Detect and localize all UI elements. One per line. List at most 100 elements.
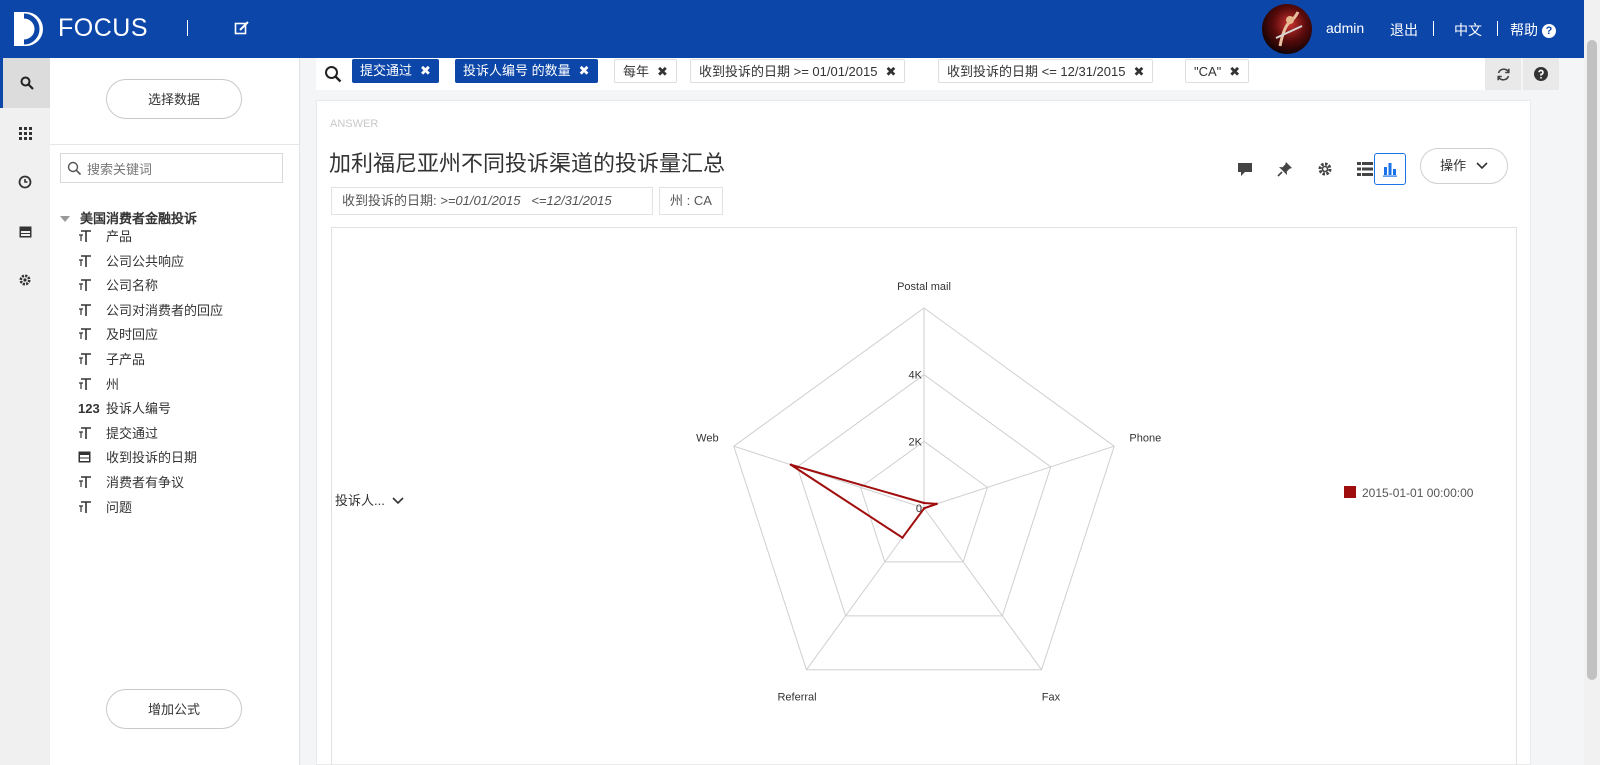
keyword-search-input[interactable] <box>85 159 279 179</box>
chevron-down-icon <box>1476 162 1488 170</box>
search-token[interactable]: "CA" ✖ <box>1185 59 1250 83</box>
text-type-icon <box>78 324 106 346</box>
rail-settings[interactable] <box>0 255 50 305</box>
dataset-tree-root[interactable]: 美国消费者金融投诉 <box>60 208 197 227</box>
refresh-icon <box>1496 67 1510 81</box>
close-icon[interactable]: ✖ <box>885 64 896 79</box>
help-link[interactable]: 帮助? <box>1510 20 1556 40</box>
add-formula-button[interactable]: 增加公式 <box>106 689 242 729</box>
state-filter-chip[interactable]: 州 : CA <box>659 187 723 215</box>
field-name: 问题 <box>106 499 133 515</box>
rail-calendar[interactable] <box>0 206 50 256</box>
topbar-divider <box>1433 21 1434 36</box>
search-token[interactable]: 提交通过 ✖ <box>352 59 439 83</box>
rail-search[interactable] <box>0 58 50 108</box>
radar-axis-label: Phone <box>1129 432 1161 444</box>
field-item[interactable]: 问题 <box>78 497 132 519</box>
radar-axis-label: Web <box>696 432 718 444</box>
logout-link[interactable]: 退出 <box>1390 20 1418 40</box>
brand-name: FOCUS <box>58 14 148 42</box>
username[interactable]: admin <box>1326 20 1364 36</box>
radar-data-point <box>789 463 793 466</box>
data-source-panel: 选择数据 美国消费者金融投诉 产品公司公共响应公司名称公司对消费者的回应及时回应… <box>50 58 300 765</box>
field-item[interactable]: 公司对消费者的回应 <box>78 300 223 322</box>
search-icon[interactable] <box>324 65 342 83</box>
scrollbar-thumb[interactable] <box>1587 40 1597 680</box>
field-item[interactable]: 提交通过 <box>78 423 158 445</box>
comment-button[interactable] <box>1229 153 1261 185</box>
operations-label: 操作 <box>1440 158 1467 173</box>
search-token[interactable]: 投诉人编号 的数量 ✖ <box>455 59 598 83</box>
edit-icon[interactable] <box>234 20 250 36</box>
close-icon[interactable]: ✖ <box>1229 64 1240 79</box>
search-token-label: 每年 <box>623 64 650 79</box>
language-switch[interactable]: 中文 <box>1454 20 1482 40</box>
field-item[interactable]: 产品 <box>78 226 132 248</box>
search-icon <box>67 161 82 176</box>
search-token-label: 投诉人编号 的数量 <box>463 63 571 78</box>
select-data-button[interactable]: 选择数据 <box>106 79 242 119</box>
search-icon <box>20 76 34 90</box>
page-scrollbar[interactable] <box>1584 0 1600 765</box>
comment-icon <box>1238 162 1252 176</box>
legend-series-label: 2015-01-01 00:00:00 <box>1362 486 1474 500</box>
field-item[interactable]: 收到投诉的日期 <box>78 447 197 469</box>
field-name: 公司对消费者的回应 <box>106 302 224 318</box>
radar-spoke <box>923 445 1115 509</box>
refresh-button[interactable] <box>1485 58 1521 90</box>
caret-down-icon[interactable] <box>60 216 70 222</box>
keyword-search-box[interactable] <box>60 153 283 183</box>
field-item[interactable]: 公司名称 <box>78 275 158 297</box>
text-type-icon <box>78 300 106 322</box>
field-item[interactable]: 及时回应 <box>78 324 158 346</box>
focus-logo-icon[interactable] <box>12 10 48 48</box>
clock-icon <box>18 175 32 189</box>
text-type-icon <box>78 251 106 273</box>
search-token[interactable]: 收到投诉的日期 >= 01/01/2015 ✖ <box>690 59 906 83</box>
field-item[interactable]: 州 <box>78 374 119 396</box>
close-icon[interactable]: ✖ <box>657 64 668 79</box>
field-name: 子产品 <box>106 352 146 367</box>
chart-area: Postal mail Phone Fax Referral Web 0 2K 4K 投诉人.… <box>331 227 1517 765</box>
field-item[interactable]: 公司公共响应 <box>78 251 184 273</box>
field-name: 产品 <box>106 229 133 244</box>
answer-title: 加利福尼亚州不同投诉渠道的投诉量汇总 <box>329 151 726 176</box>
field-name: 公司公共响应 <box>106 253 185 269</box>
search-token-bar[interactable]: 提交通过 ✖ 投诉人编号 的数量 ✖ 每年 ✖ 收到投诉的日期 >= 01/01/2015 ✖… <box>316 58 1486 90</box>
radar-tick-label: 2K <box>909 436 923 448</box>
search-token-label: 收到投诉的日期 <= 12/31/2015 <box>947 64 1126 79</box>
calendar-icon <box>78 447 106 469</box>
field-name: 收到投诉的日期 <box>106 450 198 466</box>
field-item[interactable]: 123 投诉人编号 <box>78 398 171 420</box>
radar-series-line <box>790 463 938 540</box>
field-name: 公司名称 <box>106 278 159 294</box>
close-icon[interactable]: ✖ <box>579 63 590 78</box>
question-icon <box>1534 67 1548 81</box>
close-icon[interactable]: ✖ <box>1133 64 1144 79</box>
search-token[interactable]: 收到投诉的日期 <= 12/31/2015 ✖ <box>938 59 1154 83</box>
pin-button[interactable] <box>1269 153 1301 185</box>
date-filter-value: >=01/01/2015 <=12/31/2015 <box>440 193 612 208</box>
rail-grid[interactable] <box>0 108 50 158</box>
topbar-divider <box>1497 21 1498 36</box>
avatar[interactable] <box>1262 4 1312 54</box>
settings-button[interactable] <box>1309 153 1341 185</box>
radar-tick-label: 4K <box>909 370 923 382</box>
text-type-icon <box>78 349 106 371</box>
measure-selector[interactable]: 投诉人... <box>335 490 405 509</box>
search-help-button[interactable] <box>1523 58 1559 90</box>
chart-view-button[interactable] <box>1374 153 1406 185</box>
operations-dropdown[interactable]: 操作 <box>1420 148 1508 184</box>
close-icon[interactable]: ✖ <box>420 63 431 78</box>
search-token[interactable]: 每年 ✖ <box>614 59 677 83</box>
field-item[interactable]: 消费者有争议 <box>78 472 184 494</box>
chart-legend[interactable]: 2015-01-01 00:00:00 <box>1344 486 1473 500</box>
gear-icon <box>19 274 31 286</box>
radar-axis-label: Fax <box>1042 692 1061 704</box>
answer-label: ANSWER <box>330 118 379 130</box>
chevron-down-icon <box>392 497 405 505</box>
rail-history[interactable] <box>0 157 50 207</box>
gear-icon <box>1318 162 1332 176</box>
field-item[interactable]: 子产品 <box>78 349 145 371</box>
date-filter-chip[interactable]: 收到投诉的日期: >=01/01/2015 <=12/31/2015 <box>331 187 653 215</box>
